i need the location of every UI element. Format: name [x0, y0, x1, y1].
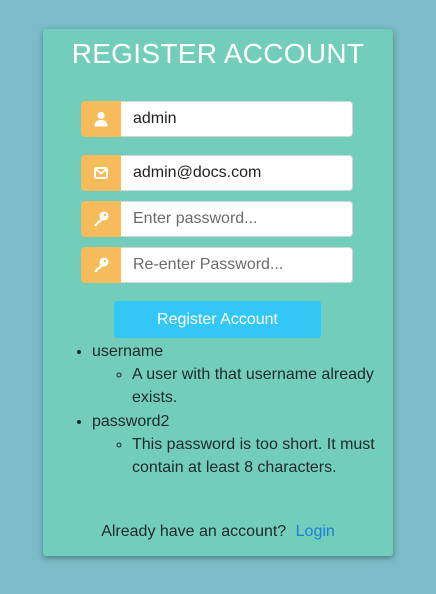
user-icon	[81, 101, 121, 137]
page-title: REGISTER ACCOUNT	[71, 38, 365, 69]
password-input[interactable]	[121, 201, 353, 237]
error-field-name: password2	[92, 413, 170, 430]
error-field-name: username	[92, 343, 164, 360]
email-input[interactable]	[121, 155, 353, 191]
key-icon	[81, 247, 121, 283]
envelope-icon	[81, 155, 121, 191]
error-field-item: username A user with that username alrea…	[92, 340, 393, 409]
error-message: A user with that username already exists…	[132, 363, 383, 409]
password2-field-group	[81, 247, 353, 283]
error-list: username A user with that username alrea…	[43, 340, 393, 480]
username-input[interactable]	[121, 101, 353, 137]
register-card: REGISTER ACCOUNT admin admin@docs.com Re…	[43, 29, 393, 556]
key-icon	[81, 201, 121, 237]
email-field-group	[81, 155, 353, 191]
error-messages-list: A user with that username already exists…	[92, 363, 383, 409]
password-field-group	[81, 201, 353, 237]
error-message: This password is too short. It must cont…	[132, 433, 383, 479]
login-prompt-text: Already have an account?	[101, 523, 287, 540]
password2-input[interactable]	[121, 247, 353, 283]
username-field-group	[81, 101, 353, 137]
error-field-item: password2 This password is too short. It…	[92, 410, 393, 479]
login-link[interactable]: Login	[296, 523, 335, 540]
register-account-button[interactable]: Register Account	[114, 301, 321, 338]
error-fields-list: username A user with that username alrea…	[43, 340, 393, 479]
login-prompt: Already have an account? Login	[43, 523, 393, 541]
error-messages-list: This password is too short. It must cont…	[92, 433, 383, 479]
